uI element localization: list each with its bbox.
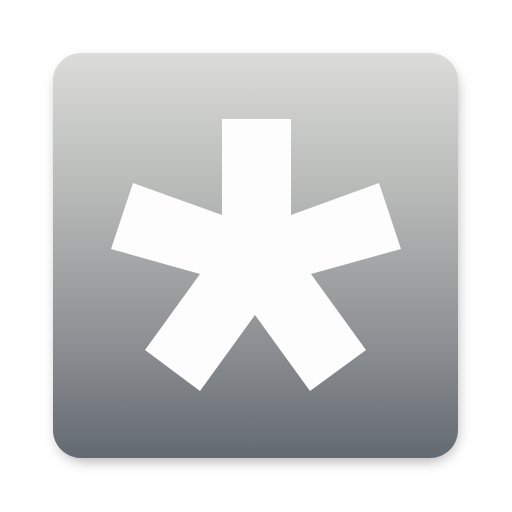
app-icon-stage <box>0 0 512 512</box>
asterisk-icon <box>111 119 401 391</box>
app-icon-tile[interactable] <box>53 53 458 458</box>
